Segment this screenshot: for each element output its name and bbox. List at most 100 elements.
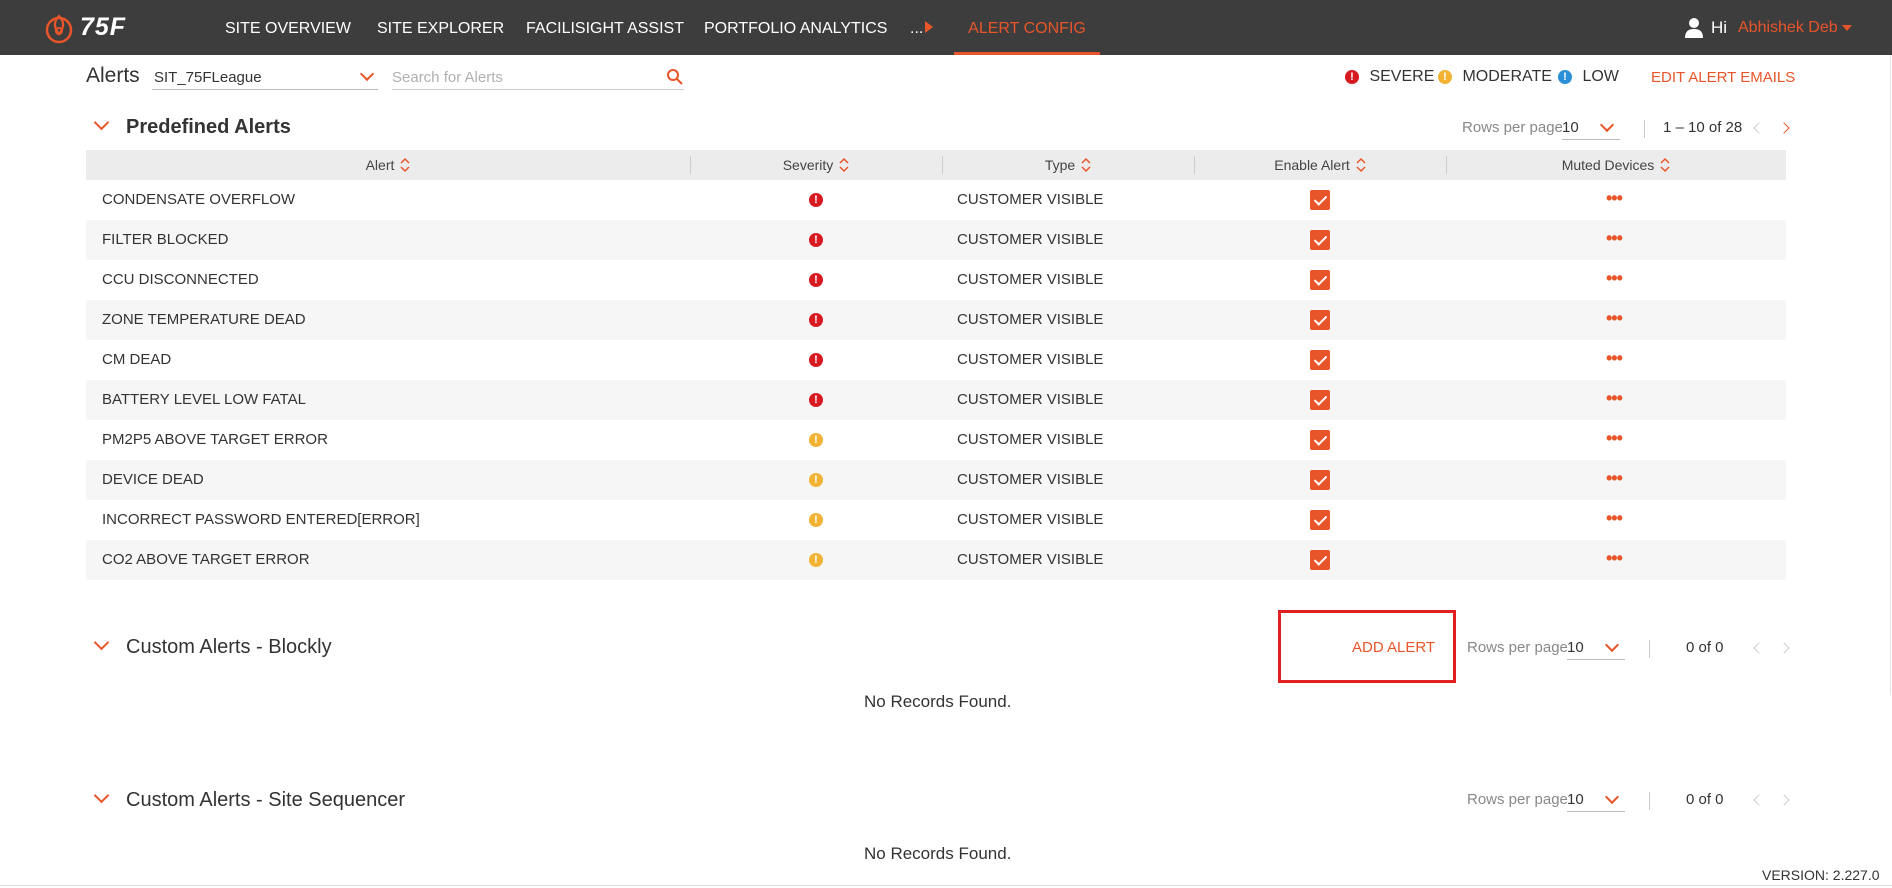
column-header-muted-devices[interactable]: Muted Devices (1446, 150, 1786, 180)
table-row[interactable]: CCU DISCONNECTED! CUSTOMER VISIBLE ••• (86, 260, 1786, 300)
sort-icon (839, 158, 849, 173)
legend-moderate-label: MODERATE (1462, 68, 1552, 85)
moderate-severity-icon: ! (809, 513, 823, 527)
more-options-icon[interactable]: ••• (1606, 380, 1623, 416)
collapse-sequencer-chevron-icon[interactable] (93, 787, 110, 804)
site-select-value: SIT_75FLeague (154, 69, 262, 86)
severe-severity-icon: ! (809, 313, 823, 327)
enable-alert-checkbox[interactable] (1310, 390, 1330, 410)
more-options-icon[interactable]: ••• (1606, 460, 1623, 496)
nav-more-label: ... (910, 20, 924, 37)
more-options-icon[interactable]: ••• (1606, 500, 1623, 536)
enable-alert-checkbox[interactable] (1310, 190, 1330, 210)
more-options-icon[interactable]: ••• (1606, 300, 1623, 336)
next-page-icon[interactable] (1778, 122, 1790, 134)
table-row[interactable]: CONDENSATE OVERFLOW! CUSTOMER VISIBLE ••• (86, 180, 1786, 220)
moderate-severity-icon: ! (809, 473, 823, 487)
more-options-icon[interactable]: ••• (1606, 180, 1623, 216)
enable-alert-checkbox[interactable] (1310, 230, 1330, 250)
sort-icon (1356, 158, 1366, 173)
prev-page-icon[interactable] (1753, 122, 1765, 134)
prev-page-icon[interactable] (1753, 642, 1765, 654)
prev-page-icon[interactable] (1753, 794, 1765, 806)
search-input[interactable] (392, 66, 652, 88)
nav-alert-config[interactable]: ALERT CONFIG (954, 0, 1100, 55)
enable-alert-checkbox[interactable] (1310, 430, 1330, 450)
search-field (392, 66, 684, 90)
severe-severity-icon: ! (809, 273, 823, 287)
nav-portfolio-analytics[interactable]: PORTFOLIO ANALYTICS (704, 0, 887, 55)
column-header-severity[interactable]: Severity (690, 150, 942, 180)
column-header-enable-alert[interactable]: Enable Alert (1194, 150, 1446, 180)
column-label: Severity (782, 157, 834, 173)
rows-per-page-value: 10 (1567, 791, 1584, 808)
app-logo[interactable]: 75F (44, 12, 139, 44)
sort-icon (400, 158, 410, 173)
column-header-type[interactable]: Type (942, 150, 1194, 180)
enable-alert-checkbox[interactable] (1310, 270, 1330, 290)
column-label: Alert (365, 157, 395, 173)
alert-name: CCU DISCONNECTED (102, 271, 259, 288)
more-options-icon[interactable]: ••• (1606, 260, 1623, 296)
nav-site-overview[interactable]: SITE OVERVIEW (225, 0, 351, 55)
enable-alert-checkbox[interactable] (1310, 470, 1330, 490)
top-nav-bar: 75F SITE OVERVIEW SITE EXPLORER FACILISI… (0, 0, 1892, 55)
more-options-icon[interactable]: ••• (1606, 220, 1623, 256)
table-row[interactable]: ZONE TEMPERATURE DEAD! CUSTOMER VISIBLE ••… (86, 300, 1786, 340)
more-options-icon[interactable]: ••• (1606, 420, 1623, 456)
alert-type: CUSTOMER VISIBLE (957, 551, 1104, 568)
rows-per-page-select[interactable]: 10 (1567, 789, 1625, 812)
next-page-icon[interactable] (1778, 642, 1790, 654)
severe-severity-icon: ! (809, 233, 823, 247)
table-row[interactable]: INCORRECT PASSWORD ENTERED[ERROR]! CUSTOM… (86, 500, 1786, 540)
collapse-blockly-chevron-icon[interactable] (93, 634, 110, 651)
pager-range: 0 of 0 (1686, 791, 1724, 808)
alert-type: CUSTOMER VISIBLE (957, 311, 1104, 328)
table-row[interactable]: BATTERY LEVEL LOW FATAL! CUSTOMER VISIBLE… (86, 380, 1786, 420)
alert-name: DEVICE DEAD (102, 471, 204, 488)
table-row[interactable]: CM DEAD! CUSTOMER VISIBLE ••• (86, 340, 1786, 380)
moderate-severity-icon: ! (809, 553, 823, 567)
nav-facilisight-assist[interactable]: FACILISIGHT ASSIST (526, 0, 684, 55)
rows-per-page-label: Rows per page (1467, 791, 1568, 808)
more-options-icon[interactable]: ••• (1606, 540, 1623, 576)
enable-alert-checkbox[interactable] (1310, 350, 1330, 370)
alert-name: CM DEAD (102, 351, 172, 368)
enable-alert-checkbox[interactable] (1310, 510, 1330, 530)
legend-low-label: LOW (1582, 68, 1619, 85)
site-select[interactable]: SIT_75FLeague (152, 66, 378, 90)
sort-icon (1081, 158, 1091, 173)
edit-alert-emails-link[interactable]: EDIT ALERT EMAILS (1651, 69, 1795, 86)
table-row[interactable]: FILTER BLOCKED! CUSTOMER VISIBLE ••• (86, 220, 1786, 260)
nav-more-button[interactable]: ... (910, 0, 934, 55)
more-options-icon[interactable]: ••• (1606, 340, 1623, 376)
user-menu[interactable]: Abhishek Deb (1738, 19, 1852, 37)
user-name: Abhishek Deb (1738, 19, 1838, 36)
table-row[interactable]: PM2P5 ABOVE TARGET ERROR! CUSTOMER VISIBL… (86, 420, 1786, 460)
collapse-predefined-chevron-icon[interactable] (93, 114, 110, 131)
alert-name: CONDENSATE OVERFLOW (102, 191, 296, 208)
enable-alert-checkbox[interactable] (1310, 310, 1330, 330)
alert-name: ZONE TEMPERATURE DEAD (102, 311, 306, 328)
moderate-severity-icon: ! (809, 433, 823, 447)
add-alert-button[interactable]: ADD ALERT (1352, 639, 1435, 656)
alert-type: CUSTOMER VISIBLE (957, 511, 1104, 528)
chevron-down-icon (1599, 117, 1615, 133)
enable-alert-checkbox[interactable] (1310, 550, 1330, 570)
rows-per-page-select[interactable]: 10 (1562, 117, 1620, 140)
search-icon[interactable] (666, 68, 684, 86)
footer-divider (0, 885, 1892, 886)
table-row[interactable]: CO2 ABOVE TARGET ERROR! CUSTOMER VISIBLE •… (86, 540, 1786, 580)
low-icon: ! (1558, 69, 1572, 84)
predefined-alerts-table: Alert Severity Type Enable Alert Muted D… (86, 150, 1786, 580)
alert-name: PM2P5 ABOVE TARGET ERROR (102, 431, 328, 448)
column-header-alert[interactable]: Alert (86, 150, 690, 180)
table-row[interactable]: DEVICE DEAD! CUSTOMER VISIBLE ••• (86, 460, 1786, 500)
nav-site-explorer[interactable]: SITE EXPLORER (377, 0, 504, 55)
next-page-icon[interactable] (1778, 794, 1790, 806)
sequencer-alerts-title: Custom Alerts - Site Sequencer (126, 789, 406, 811)
scrollbar-track[interactable] (1890, 55, 1891, 695)
rows-per-page-select[interactable]: 10 (1567, 637, 1625, 660)
severe-severity-icon: ! (809, 393, 823, 407)
alert-type: CUSTOMER VISIBLE (957, 471, 1104, 488)
